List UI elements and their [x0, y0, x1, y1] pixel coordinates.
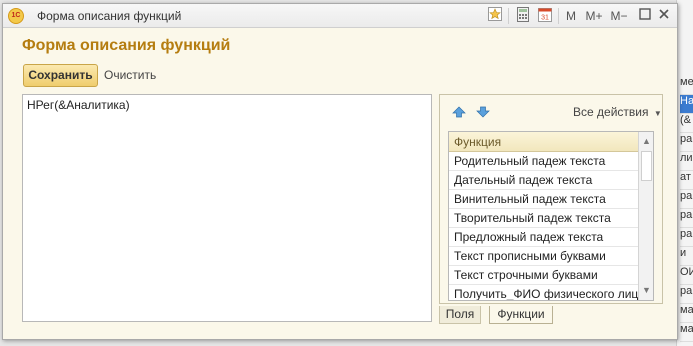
scroll-up-icon[interactable]: ▲ [639, 134, 653, 149]
memory-button[interactable]: M [563, 7, 579, 25]
tab-fields[interactable]: Поля [439, 306, 481, 324]
table-row[interactable]: Текст строчными буквами [449, 266, 638, 285]
vertical-scrollbar[interactable]: ▲ ▼ [638, 132, 653, 300]
favorite-icon[interactable] [486, 7, 504, 25]
background-cell: ма [680, 323, 693, 342]
table-row[interactable]: Родительный падеж текста [449, 152, 638, 171]
background-cell: ат [680, 171, 693, 190]
table-row[interactable]: Получить_ФИО физического лица... [449, 285, 638, 300]
column-header-function[interactable]: Функция [449, 132, 638, 152]
all-actions-label: Все действия [573, 105, 649, 119]
background-cell: ли [680, 152, 693, 171]
background-cell: и [680, 247, 693, 266]
save-button[interactable]: Сохранить [23, 64, 98, 87]
memory-plus-button[interactable]: M+ [583, 7, 605, 25]
background-cell: ра [680, 209, 693, 228]
move-down-icon[interactable] [474, 105, 492, 121]
table-row[interactable]: Текст прописными буквами [449, 247, 638, 266]
app-logo-icon: 1С [8, 8, 24, 24]
calendar-icon[interactable]: 31 [536, 7, 554, 25]
close-icon[interactable] [656, 7, 672, 25]
clear-button[interactable]: Очистить [104, 68, 156, 82]
background-cell: ОИ [680, 266, 693, 285]
move-up-icon[interactable] [450, 105, 468, 121]
window-title: Форма описания функций [37, 9, 182, 23]
functions-panel: Все действия ▼ Функция Родительный падеж… [439, 94, 663, 304]
function-description-window: 1С Форма описания функций 31 M M+ M− Фор… [2, 3, 678, 340]
title-bar: 1С Форма описания функций 31 M M+ M− [3, 4, 677, 28]
background-cell: (& [680, 114, 693, 133]
calculator-icon[interactable] [514, 7, 532, 25]
form-title: Форма описания функций [22, 37, 231, 54]
table-row[interactable]: Винительный падеж текста [449, 190, 638, 209]
background-cell: ра [680, 285, 693, 304]
table-row[interactable]: Дательный падеж текста [449, 171, 638, 190]
background-cell: ма [680, 304, 693, 323]
svg-text:31: 31 [541, 15, 549, 22]
background-cell: ра [680, 190, 693, 209]
function-text-editor[interactable]: НРег(&Аналитика) [22, 94, 432, 322]
functions-table: Функция Родительный падеж текста Дательн… [448, 131, 654, 301]
chevron-down-icon: ▼ [653, 109, 662, 118]
memory-minus-button[interactable]: M− [608, 7, 630, 25]
scrollbar-thumb[interactable] [641, 151, 652, 181]
table-row[interactable]: Творительный падеж текста [449, 209, 638, 228]
toolbar-separator [508, 8, 509, 24]
all-actions-menu[interactable]: Все действия ▼ [573, 105, 662, 119]
background-cell: ме [680, 76, 693, 95]
tab-functions[interactable]: Функции [489, 306, 553, 324]
scroll-down-icon[interactable]: ▼ [639, 283, 653, 298]
maximize-icon[interactable] [637, 7, 653, 25]
background-cell: ра [680, 228, 693, 247]
table-row[interactable]: Предложный падеж текста [449, 228, 638, 247]
background-cell-selected[interactable]: На [680, 95, 693, 114]
toolbar-separator [558, 8, 559, 24]
background-cell: ра [680, 133, 693, 152]
